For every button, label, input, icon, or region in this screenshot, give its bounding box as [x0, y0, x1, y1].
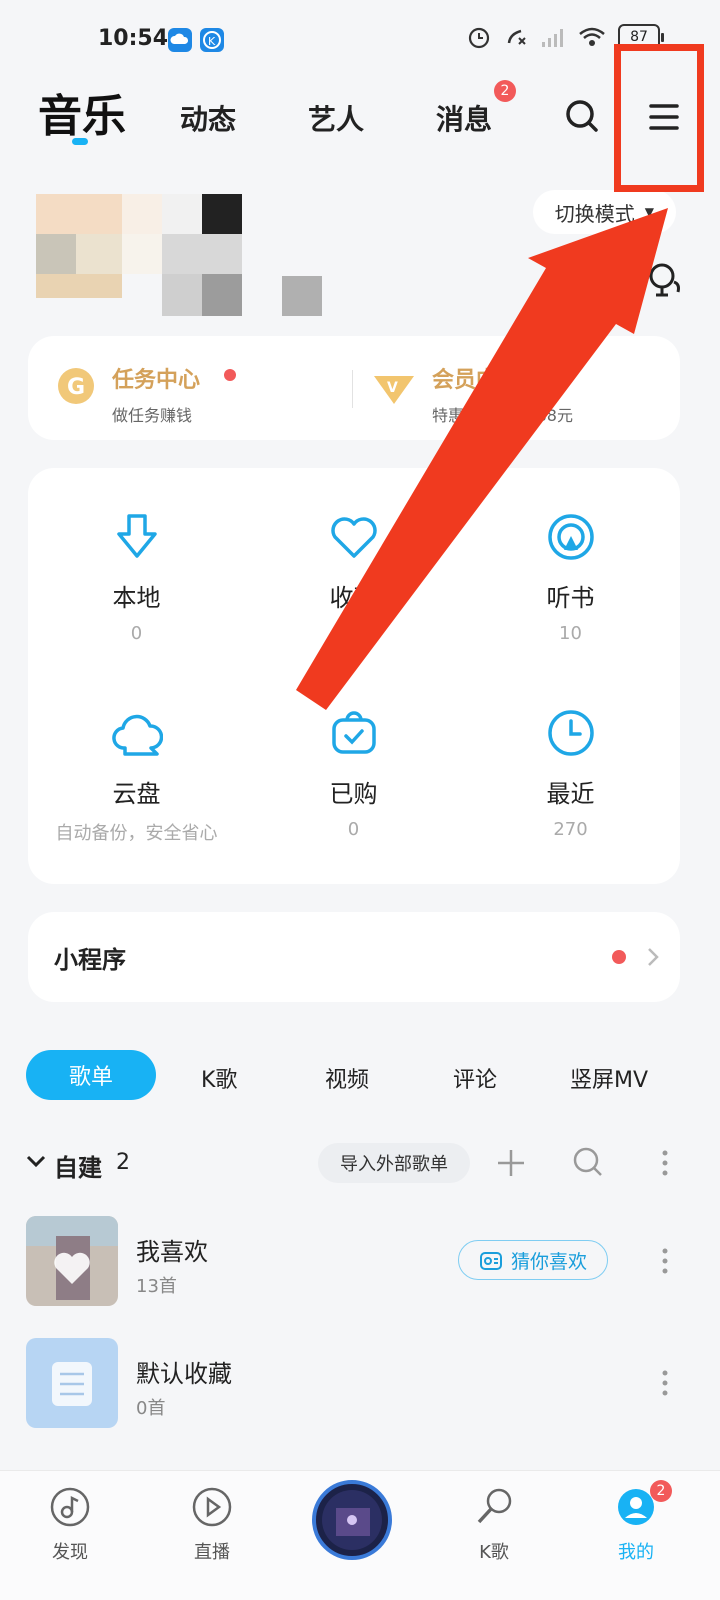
annotation-arrow [296, 208, 668, 710]
